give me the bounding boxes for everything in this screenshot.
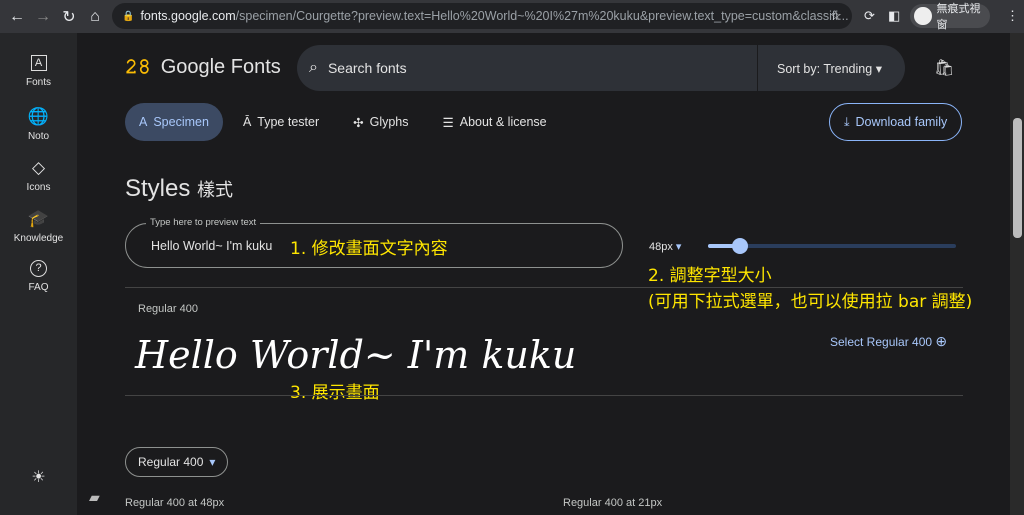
- caret-down-icon: ▾: [209, 455, 216, 469]
- styles-title-cjk: 樣式: [197, 180, 234, 200]
- logo-mark-icon: 𝟸𝟾: [125, 56, 151, 78]
- reload-icon[interactable]: ↻: [56, 7, 82, 27]
- font-sample-text: Hello World~ I'm kuku: [135, 333, 577, 377]
- divider: [125, 287, 963, 288]
- sidebar-item-knowledge[interactable]: 🎓 Knowledge: [0, 209, 77, 244]
- search-icon: ⌕: [309, 59, 318, 76]
- tab-about-license[interactable]: ☰ About & license: [429, 103, 561, 141]
- tab-specimen[interactable]: A Specimen: [125, 103, 223, 141]
- sidepanel-icon[interactable]: ◧: [888, 8, 900, 24]
- download-label: Download family: [855, 115, 948, 129]
- annotation-3: 3. 展示畫面: [290, 383, 380, 403]
- style-label: Regular 400: [138, 303, 198, 315]
- type-tester-icon: Ā: [242, 115, 252, 129]
- font-size-dropdown[interactable]: 48px ▾: [649, 240, 681, 253]
- sample-caption-48: Regular 400 at 48px: [125, 497, 225, 509]
- divider: [757, 45, 758, 91]
- incognito-badge[interactable]: 無痕式視窗: [910, 3, 990, 31]
- annotation-2-detail: (可用下拉式選單，也可以使用拉 bar 調整): [648, 292, 973, 312]
- profile-label: 無痕式視窗: [936, 3, 981, 31]
- theme-toggle-icon[interactable]: ☀: [0, 467, 77, 487]
- sort-dropdown[interactable]: Sort by: Trending ▾: [777, 61, 882, 76]
- incognito-avatar: [914, 7, 932, 25]
- sample-caption-21: Regular 400 at 21px: [563, 497, 663, 509]
- search-bar[interactable]: ⌕ Search fonts Sort by: Trending ▾: [297, 45, 905, 91]
- preview-input-label: Type here to preview text: [146, 217, 261, 228]
- tab-type-tester[interactable]: Ā Type tester: [229, 103, 333, 141]
- browser-toolbar: ← → ↻ ⌂ 🔒 fonts.google.com/specimen/Courg…: [0, 0, 1024, 33]
- sort-label: Sort by: Trending: [777, 61, 873, 76]
- tab-label: Specimen: [153, 115, 209, 129]
- feedback-icon[interactable]: ▰: [89, 489, 100, 506]
- menu-icon[interactable]: ⋮: [1006, 8, 1019, 24]
- slider-thumb[interactable]: [732, 238, 749, 254]
- style-dropdown[interactable]: Regular 400 ▾: [125, 447, 229, 477]
- download-family-button[interactable]: ⤓ Download family: [829, 103, 963, 141]
- main-content: 𝟸𝟾 Google Fonts ⌕ Search fonts Sort by: T…: [77, 33, 1010, 515]
- extensions-icon[interactable]: ⟳: [864, 8, 875, 24]
- annotation-1: 1. 修改畫面文字內容: [290, 239, 448, 259]
- sidebar: A Fonts 🌐 Noto ◇ Icons 🎓 Knowledge ? FAQ ☀: [0, 33, 77, 515]
- sidebar-label: Noto: [27, 131, 50, 142]
- tab-bar: A Specimen Ā Type tester ✣ Glyphs ☰ About & …: [125, 103, 561, 141]
- divider: [125, 395, 963, 396]
- sidebar-label: Fonts: [25, 77, 51, 88]
- sidebar-label: Knowledge: [13, 233, 64, 244]
- specimen-icon: A: [139, 115, 148, 129]
- caret-down-icon: ▾: [875, 61, 882, 76]
- scrollbar[interactable]: [1010, 33, 1024, 515]
- sidebar-item-icons[interactable]: ◇ Icons: [0, 158, 77, 193]
- styles-title: Styles: [125, 175, 191, 202]
- add-circle-icon: ⊕: [935, 333, 948, 349]
- fonts-icon: A: [30, 55, 47, 71]
- caret-down-icon: ▾: [675, 241, 682, 253]
- logo-text: Google Fonts: [160, 56, 281, 78]
- style-dropdown-value: Regular 400: [138, 455, 204, 469]
- address-bar[interactable]: 🔒 fonts.google.com/specimen/Courgette?pre…: [112, 3, 852, 29]
- url-host: fonts.google.com: [140, 9, 236, 23]
- styles-heading: Styles 樣式: [125, 175, 233, 203]
- sidebar-item-faq[interactable]: ? FAQ: [0, 260, 77, 293]
- tab-label: About & license: [459, 115, 547, 129]
- school-icon: 🎓: [27, 209, 50, 228]
- google-fonts-logo[interactable]: 𝟸𝟾 Google Fonts: [125, 56, 281, 79]
- tab-label: Glyphs: [369, 115, 409, 129]
- tab-glyphs[interactable]: ✣ Glyphs: [339, 103, 422, 141]
- forward-icon[interactable]: →: [30, 8, 56, 26]
- bookmark-star-icon[interactable]: ☆: [830, 8, 842, 24]
- search-input[interactable]: Search fonts: [328, 60, 407, 76]
- font-size-value: 48px: [649, 241, 673, 253]
- back-icon[interactable]: ←: [4, 8, 30, 26]
- article-icon: ☰: [442, 115, 454, 130]
- lock-icon: 🔒: [122, 10, 135, 22]
- scrollbar-thumb[interactable]: [1013, 118, 1022, 238]
- sidebar-label: Icons: [26, 182, 51, 193]
- font-size-slider[interactable]: [708, 238, 956, 254]
- shopping-bag-icon[interactable]: 🛍: [934, 58, 954, 78]
- download-icon: ⤓: [844, 114, 850, 129]
- help-icon: ?: [30, 260, 47, 277]
- shapes-icon: ◇: [31, 158, 46, 177]
- globe-icon: 🌐: [27, 107, 50, 126]
- home-icon[interactable]: ⌂: [82, 8, 108, 26]
- annotation-2: 2. 調整字型大小: [648, 266, 772, 286]
- url-path: /specimen/Courgette?preview.text=Hello%2…: [235, 9, 849, 23]
- tab-label: Type tester: [257, 115, 320, 129]
- sidebar-label: FAQ: [28, 282, 49, 293]
- glyphs-icon: ✣: [353, 115, 364, 130]
- preview-input-value[interactable]: Hello World~ I'm kuku: [151, 239, 272, 253]
- sidebar-item-fonts[interactable]: A Fonts: [0, 55, 77, 88]
- select-style-button[interactable]: Select Regular 400 ⊕: [830, 333, 947, 350]
- select-style-label: Select Regular 400: [830, 335, 933, 349]
- sidebar-item-noto[interactable]: 🌐 Noto: [0, 107, 77, 142]
